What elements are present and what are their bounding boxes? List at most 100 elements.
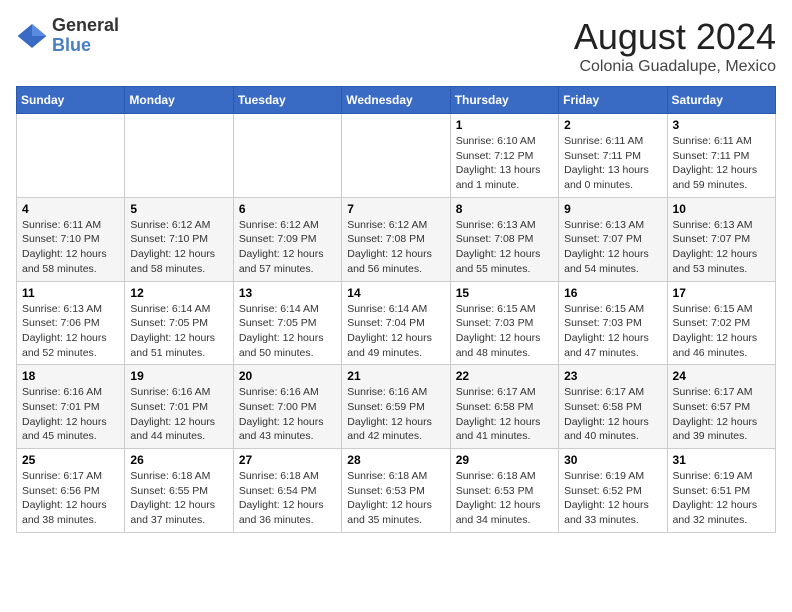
- logo-text: General Blue: [52, 16, 119, 56]
- calendar-body: 1Sunrise: 6:10 AMSunset: 7:12 PMDaylight…: [17, 114, 776, 533]
- calendar-cell: 16 Sunrise: 6:15 AMSunset: 7:03 PMDayligh…: [559, 281, 667, 365]
- day-number: 16: [564, 286, 661, 300]
- location-subtitle: Colonia Guadalupe, Mexico: [574, 58, 776, 76]
- day-number: 19: [130, 369, 227, 383]
- month-year-title: August 2024: [574, 16, 776, 58]
- day-info: Sunrise: 6:16 AMSunset: 7:00 PMDaylight:…: [239, 385, 336, 444]
- calendar-week-3: 11 Sunrise: 6:13 AMSunset: 7:06 PMDayligh…: [17, 281, 776, 365]
- day-info: Sunrise: 6:18 AMSunset: 6:53 PMDaylight:…: [347, 469, 444, 528]
- day-info: Sunrise: 6:17 AMSunset: 6:56 PMDaylight:…: [22, 469, 119, 528]
- day-number: 8: [456, 202, 553, 216]
- day-info: Sunrise: 6:16 AMSunset: 7:01 PMDaylight:…: [130, 385, 227, 444]
- calendar-cell: 22 Sunrise: 6:17 AMSunset: 6:58 PMDayligh…: [450, 365, 558, 449]
- calendar-week-1: 1Sunrise: 6:10 AMSunset: 7:12 PMDaylight…: [17, 114, 776, 198]
- calendar-cell: 17Sunrise: 6:15 AMSunset: 7:02 PMDayligh…: [667, 281, 775, 365]
- logo-icon: [16, 20, 48, 52]
- title-section: August 2024 Colonia Guadalupe, Mexico: [574, 16, 776, 76]
- calendar-cell: 21 Sunrise: 6:16 AMSunset: 6:59 PMDayligh…: [342, 365, 450, 449]
- day-info: Sunrise: 6:15 AMSunset: 7:03 PMDaylight:…: [564, 302, 661, 361]
- calendar-cell: 3 Sunrise: 6:11 AMSunset: 7:11 PMDaylight…: [667, 114, 775, 198]
- day-info: Sunrise: 6:18 AMSunset: 6:54 PMDaylight:…: [239, 469, 336, 528]
- day-info: Sunrise: 6:17 AMSunset: 6:58 PMDaylight:…: [456, 385, 553, 444]
- calendar-table: SundayMondayTuesdayWednesdayThursdayFrid…: [16, 86, 776, 533]
- day-info: Sunrise: 6:11 AMSunset: 7:11 PMDaylight:…: [673, 134, 770, 193]
- day-number: 26: [130, 453, 227, 467]
- day-info: Sunrise: 6:17 AMSunset: 6:57 PMDaylight:…: [673, 385, 770, 444]
- day-info: Sunrise: 6:11 AMSunset: 7:11 PMDaylight:…: [564, 134, 661, 193]
- weekday-header-monday: Monday: [125, 87, 233, 114]
- calendar-cell: 26Sunrise: 6:18 AMSunset: 6:55 PMDayligh…: [125, 449, 233, 533]
- calendar-cell: 24Sunrise: 6:17 AMSunset: 6:57 PMDayligh…: [667, 365, 775, 449]
- weekday-header-thursday: Thursday: [450, 87, 558, 114]
- calendar-cell: 10Sunrise: 6:13 AMSunset: 7:07 PMDayligh…: [667, 197, 775, 281]
- day-info: Sunrise: 6:12 AMSunset: 7:08 PMDaylight:…: [347, 218, 444, 277]
- day-info: Sunrise: 6:13 AMSunset: 7:07 PMDaylight:…: [564, 218, 661, 277]
- day-number: 4: [22, 202, 119, 216]
- weekday-header-sunday: Sunday: [17, 87, 125, 114]
- day-number: 3: [673, 118, 770, 132]
- day-number: 21: [347, 369, 444, 383]
- calendar-cell: 14 Sunrise: 6:14 AMSunset: 7:04 PMDayligh…: [342, 281, 450, 365]
- calendar-cell: [17, 114, 125, 198]
- day-number: 7: [347, 202, 444, 216]
- day-number: 22: [456, 369, 553, 383]
- day-info: Sunrise: 6:19 AMSunset: 6:51 PMDaylight:…: [673, 469, 770, 528]
- day-number: 17: [673, 286, 770, 300]
- calendar-cell: 29 Sunrise: 6:18 AMSunset: 6:53 PMDayligh…: [450, 449, 558, 533]
- weekday-header-friday: Friday: [559, 87, 667, 114]
- page-header: General Blue August 2024 Colonia Guadalu…: [16, 16, 776, 76]
- calendar-cell: 28Sunrise: 6:18 AMSunset: 6:53 PMDayligh…: [342, 449, 450, 533]
- day-number: 18: [22, 369, 119, 383]
- logo: General Blue: [16, 16, 119, 56]
- calendar-cell: 15 Sunrise: 6:15 AMSunset: 7:03 PMDayligh…: [450, 281, 558, 365]
- day-number: 27: [239, 453, 336, 467]
- calendar-cell: 31Sunrise: 6:19 AMSunset: 6:51 PMDayligh…: [667, 449, 775, 533]
- day-info: Sunrise: 6:14 AMSunset: 7:04 PMDaylight:…: [347, 302, 444, 361]
- day-info: Sunrise: 6:12 AMSunset: 7:10 PMDaylight:…: [130, 218, 227, 277]
- day-info: Sunrise: 6:15 AMSunset: 7:03 PMDaylight:…: [456, 302, 553, 361]
- logo-general-text: General: [52, 16, 119, 36]
- calendar-cell: 30Sunrise: 6:19 AMSunset: 6:52 PMDayligh…: [559, 449, 667, 533]
- day-info: Sunrise: 6:13 AMSunset: 7:06 PMDaylight:…: [22, 302, 119, 361]
- calendar-cell: [125, 114, 233, 198]
- day-number: 15: [456, 286, 553, 300]
- calendar-cell: 13 Sunrise: 6:14 AMSunset: 7:05 PMDayligh…: [233, 281, 341, 365]
- calendar-cell: 7 Sunrise: 6:12 AMSunset: 7:08 PMDaylight…: [342, 197, 450, 281]
- calendar-cell: 25 Sunrise: 6:17 AMSunset: 6:56 PMDayligh…: [17, 449, 125, 533]
- calendar-cell: 4 Sunrise: 6:11 AMSunset: 7:10 PMDaylight…: [17, 197, 125, 281]
- calendar-cell: 12Sunrise: 6:14 AMSunset: 7:05 PMDayligh…: [125, 281, 233, 365]
- day-number: 30: [564, 453, 661, 467]
- day-number: 12: [130, 286, 227, 300]
- weekday-header-wednesday: Wednesday: [342, 87, 450, 114]
- day-number: 23: [564, 369, 661, 383]
- calendar-cell: 9 Sunrise: 6:13 AMSunset: 7:07 PMDaylight…: [559, 197, 667, 281]
- calendar-week-5: 25 Sunrise: 6:17 AMSunset: 6:56 PMDayligh…: [17, 449, 776, 533]
- day-number: 5: [130, 202, 227, 216]
- day-number: 1: [456, 118, 553, 132]
- day-number: 9: [564, 202, 661, 216]
- day-number: 25: [22, 453, 119, 467]
- day-info: Sunrise: 6:13 AMSunset: 7:08 PMDaylight:…: [456, 218, 553, 277]
- day-info: Sunrise: 6:14 AMSunset: 7:05 PMDaylight:…: [239, 302, 336, 361]
- day-number: 6: [239, 202, 336, 216]
- calendar-week-4: 18 Sunrise: 6:16 AMSunset: 7:01 PMDayligh…: [17, 365, 776, 449]
- calendar-cell: 2Sunrise: 6:11 AMSunset: 7:11 PMDaylight…: [559, 114, 667, 198]
- day-number: 29: [456, 453, 553, 467]
- day-info: Sunrise: 6:11 AMSunset: 7:10 PMDaylight:…: [22, 218, 119, 277]
- calendar-cell: 18 Sunrise: 6:16 AMSunset: 7:01 PMDayligh…: [17, 365, 125, 449]
- logo-blue-text: Blue: [52, 36, 119, 56]
- day-info: Sunrise: 6:18 AMSunset: 6:53 PMDaylight:…: [456, 469, 553, 528]
- day-info: Sunrise: 6:13 AMSunset: 7:07 PMDaylight:…: [673, 218, 770, 277]
- day-number: 14: [347, 286, 444, 300]
- calendar-cell: 23Sunrise: 6:17 AMSunset: 6:58 PMDayligh…: [559, 365, 667, 449]
- calendar-cell: [342, 114, 450, 198]
- day-info: Sunrise: 6:16 AMSunset: 6:59 PMDaylight:…: [347, 385, 444, 444]
- calendar-cell: [233, 114, 341, 198]
- day-number: 13: [239, 286, 336, 300]
- day-number: 11: [22, 286, 119, 300]
- calendar-week-2: 4 Sunrise: 6:11 AMSunset: 7:10 PMDaylight…: [17, 197, 776, 281]
- day-info: Sunrise: 6:16 AMSunset: 7:01 PMDaylight:…: [22, 385, 119, 444]
- calendar-cell: 8 Sunrise: 6:13 AMSunset: 7:08 PMDaylight…: [450, 197, 558, 281]
- weekday-header-row: SundayMondayTuesdayWednesdayThursdayFrid…: [17, 87, 776, 114]
- calendar-cell: 6Sunrise: 6:12 AMSunset: 7:09 PMDaylight…: [233, 197, 341, 281]
